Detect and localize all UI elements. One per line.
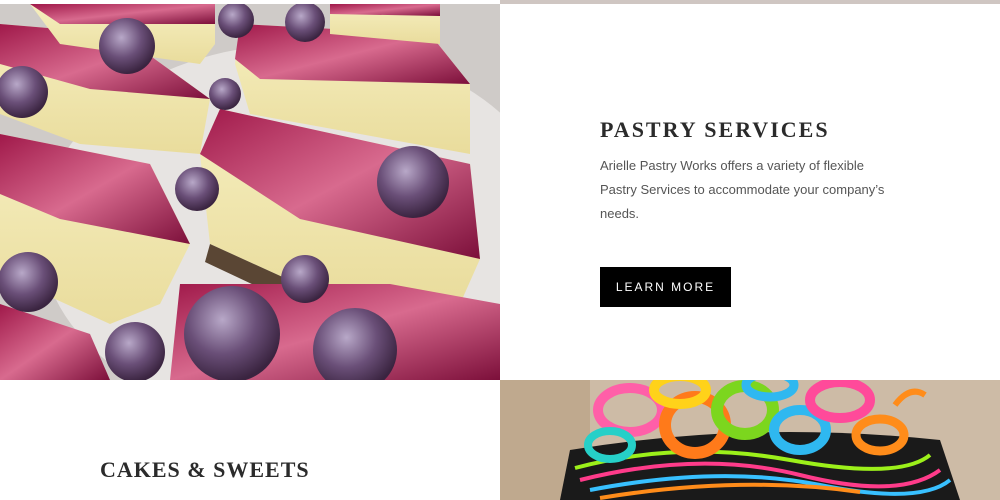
ribbon-cake-image [500, 380, 1000, 500]
learn-more-button[interactable]: LEARN MORE [600, 267, 731, 307]
cakes-sweets-heading: CAKES & SWEETS [100, 457, 310, 482]
cheesecake-bars-image [0, 4, 500, 380]
cakes-sweets-section: CAKES & SWEETS [0, 380, 500, 500]
pastry-services-section: PASTRY SERVICES Arielle Pastry Works off… [500, 4, 1000, 380]
pastry-services-description: Arielle Pastry Works offers a variety of… [600, 158, 885, 221]
pastry-services-heading: PASTRY SERVICES [600, 117, 830, 142]
